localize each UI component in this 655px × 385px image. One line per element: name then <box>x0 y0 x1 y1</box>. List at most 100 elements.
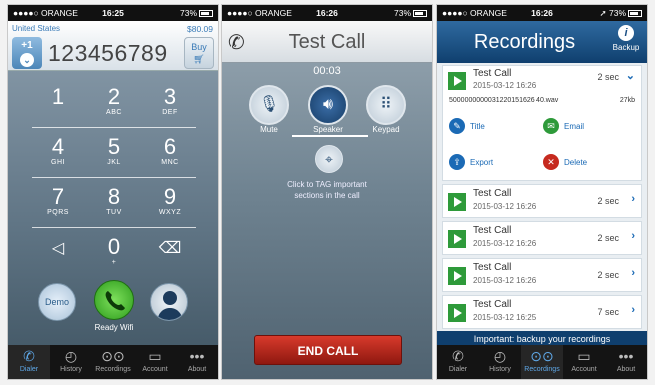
card-icon: ▭ <box>577 348 591 364</box>
triangle-left-icon: ◁ <box>51 240 65 257</box>
battery-percent: 73% <box>394 8 412 18</box>
key-digit: 3 <box>163 84 177 109</box>
key-7[interactable]: 7 PQRS <box>30 185 86 223</box>
tab-dialer[interactable]: ✆ Dialer <box>437 345 479 379</box>
call-button[interactable] <box>94 280 134 320</box>
country-label: United States <box>12 24 61 33</box>
key-9[interactable]: 9 WXYZ <box>142 185 198 223</box>
file-name: 5000000000031220151626 40.wav <box>449 97 559 104</box>
recording-name: Test Call <box>473 188 512 199</box>
recording-name: Test Call <box>473 225 512 236</box>
recording-item[interactable]: Test Call 2015-03-12 16:25 7 sec › <box>442 295 642 329</box>
tab-recordings[interactable]: ⊙⊙ Recordings <box>521 345 563 379</box>
carrier-label: ●●●●○ ORANGE <box>227 8 292 18</box>
recording-item[interactable]: Test Call 2015-03-12 16:26 2 sec › <box>442 221 642 255</box>
carrier-label: ●●●●○ ORANGE <box>13 8 78 18</box>
recording-duration: 2 sec <box>597 72 619 82</box>
dialed-number: 123456789 <box>48 40 168 66</box>
play-icon[interactable] <box>448 267 466 285</box>
play-icon[interactable] <box>448 304 466 322</box>
battery-indicator: ➚ 73% <box>575 7 643 19</box>
recording-item[interactable]: Test Call 2015-03-12 16:26 2 sec › <box>442 184 642 218</box>
export-action[interactable]: ⇪ Export <box>449 154 493 170</box>
tab-about[interactable]: ••• About <box>176 345 218 379</box>
tab-about[interactable]: ••• About <box>605 345 647 379</box>
recording-date: 2015-03-12 16:26 <box>473 276 537 285</box>
call-timer: 00:03 <box>313 65 341 77</box>
tab-label: History <box>489 366 511 373</box>
key-2[interactable]: 2 ABC <box>86 85 142 123</box>
dialer-screen: ●●●●○ ORANGE 16:25 73% United States $80… <box>7 4 219 380</box>
tab-dialer[interactable]: ✆ Dialer <box>8 345 50 379</box>
map-pin-icon: ⌖ <box>325 151 333 167</box>
location-icon: ➚ <box>599 7 609 18</box>
battery-percent: 73% <box>609 7 627 18</box>
key-letters: DEF <box>162 109 178 116</box>
more-icon: ••• <box>618 348 634 364</box>
end-call-button[interactable]: END CALL <box>254 335 402 365</box>
key-1[interactable]: 1 <box>30 85 86 123</box>
email-action[interactable]: ✉ Email <box>543 118 584 134</box>
recording-item-expanded[interactable]: Test Call 2015-03-12 16:26 2 sec ⌄ 50000… <box>442 65 642 181</box>
export-icon: ⇪ <box>449 154 465 170</box>
key-digit: 9 <box>163 184 177 209</box>
backup-button[interactable]: i Backup <box>609 25 643 52</box>
key-letters: JKL <box>107 159 121 166</box>
keypad-button[interactable]: ⠿ Keypad <box>364 85 408 134</box>
country-code-button[interactable]: +1 ⌄ <box>12 37 42 69</box>
contacts-button[interactable] <box>150 283 188 321</box>
play-icon[interactable] <box>448 193 466 211</box>
key-0[interactable]: 0 + <box>86 235 142 273</box>
tab-account[interactable]: ▭ Account <box>134 345 176 379</box>
key-3[interactable]: 3 DEF <box>142 85 198 123</box>
chevron-right-icon[interactable]: › <box>631 304 635 316</box>
recording-duration: 2 sec <box>597 270 619 280</box>
chevron-right-icon[interactable]: › <box>631 267 635 279</box>
chevron-down-icon[interactable]: ⌄ <box>626 69 635 82</box>
backspace-icon: ⌫ <box>158 240 182 257</box>
speaker-button[interactable]: 🔊︎ Speaker <box>306 85 350 134</box>
chevron-right-icon[interactable]: › <box>631 193 635 205</box>
recording-duration: 2 sec <box>597 196 619 206</box>
battery-icon <box>413 10 428 18</box>
chevron-right-icon[interactable]: › <box>631 230 635 242</box>
action-label: Export <box>470 157 494 167</box>
tag-button[interactable]: ⌖ <box>315 145 343 173</box>
action-label: Delete <box>564 157 588 167</box>
tab-label: About <box>616 366 636 373</box>
recording-item[interactable]: Test Call 2015-03-12 16:26 2 sec › <box>442 258 642 292</box>
speaker-icon: 🔊︎ <box>308 85 348 125</box>
demo-button[interactable]: Demo <box>38 283 76 321</box>
key-6[interactable]: 6 MNC <box>142 135 198 173</box>
key-letters: WXYZ <box>158 209 182 216</box>
key-8[interactable]: 8 TUV <box>86 185 142 223</box>
tab-history[interactable]: ◴ History <box>50 345 92 379</box>
info-icon: i <box>618 25 634 41</box>
clock-icon: ◴ <box>64 348 78 364</box>
key-letters: GHI <box>51 159 65 166</box>
keypad-label: Keypad <box>372 125 400 134</box>
file-size: 27kb <box>619 97 635 104</box>
tab-account[interactable]: ▭ Account <box>563 345 605 379</box>
buy-button[interactable]: Buy 🛒︎ <box>184 37 214 69</box>
key-4[interactable]: 4 GHI <box>30 135 86 173</box>
tab-bar: ✆ Dialer ◴ History ⊙⊙ Recordings ▭ Account •… <box>8 345 218 379</box>
battery-indicator: 73% <box>146 8 214 18</box>
divider <box>32 227 196 228</box>
tab-history[interactable]: ◴ History <box>479 345 521 379</box>
back-key[interactable]: ◁ <box>30 237 86 275</box>
title-action[interactable]: ✎ Title <box>449 118 485 134</box>
key-5[interactable]: 5 JKL <box>86 135 142 173</box>
play-icon[interactable] <box>448 230 466 248</box>
recording-name: Test Call <box>473 299 512 310</box>
backspace-key[interactable]: ⌫ <box>142 237 198 275</box>
play-icon[interactable] <box>448 72 466 90</box>
more-icon: ••• <box>189 348 205 364</box>
recordings-header: Recordings i Backup <box>437 21 647 63</box>
mute-button[interactable]: 🎙︎ Mute <box>247 85 291 134</box>
action-label: Title <box>470 121 485 131</box>
status-bar: ●●●●○ ORANGE 16:26 ➚ 73% <box>437 5 647 21</box>
tab-label: Account <box>142 366 168 373</box>
tab-recordings[interactable]: ⊙⊙ Recordings <box>92 345 134 379</box>
delete-action[interactable]: ✕ Delete <box>543 154 587 170</box>
